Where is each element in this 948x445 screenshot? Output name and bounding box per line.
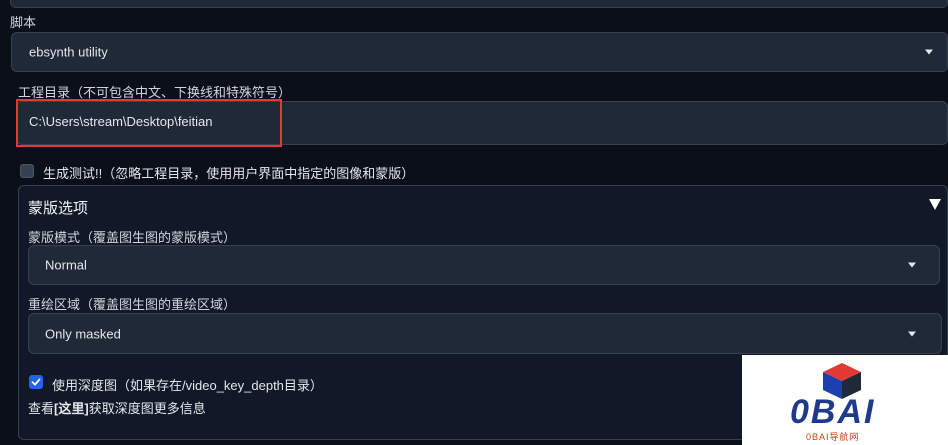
inpaint-area-label: 重绘区域（覆盖图生图的重绘区域）	[28, 297, 237, 312]
script-label: 脚本	[10, 15, 37, 30]
mask-options-title: 蒙版选项	[28, 200, 89, 217]
watermark-logo: 0BAI 0BAI导航网	[742, 355, 948, 445]
mask-mode-label: 蒙版模式（覆盖图生图的蒙版模式）	[28, 230, 237, 245]
chevron-down-icon	[908, 331, 916, 336]
previous-field	[10, 0, 948, 8]
logo-subtext: 0BAI导航网	[806, 432, 860, 442]
depth-more-info: 查看[这里]获取深度图更多信息	[28, 398, 206, 417]
inpaint-area-select[interactable]: Only masked	[28, 313, 942, 354]
more-info-prefix: 查看	[28, 401, 55, 416]
checkmark-icon	[31, 378, 41, 386]
logo-text: 0BAI	[790, 393, 876, 431]
script-select[interactable]: ebsynth utility	[11, 32, 948, 72]
collapse-triangle-icon[interactable]	[929, 199, 941, 210]
use-depth-label: 使用深度图（如果存在/video_key_depth目录）	[52, 378, 323, 393]
chevron-down-icon	[908, 262, 916, 268]
chevron-down-icon	[925, 49, 933, 55]
script-select-value: ebsynth utility	[29, 44, 108, 60]
generate-test-checkbox[interactable]	[20, 164, 34, 178]
generate-test-label: 生成测试!!（忽略工程目录，使用用户界面中指定的图像和蒙版）	[43, 166, 415, 181]
inpaint-area-value: Only masked	[45, 326, 121, 341]
mask-mode-value: Normal	[45, 257, 87, 273]
more-info-link[interactable]: [这里]	[54, 401, 89, 416]
more-info-suffix: 获取深度图更多信息	[88, 401, 206, 416]
mask-mode-select[interactable]: Normal	[28, 245, 940, 285]
use-depth-checkbox[interactable]	[29, 375, 43, 389]
highlight-box	[16, 99, 282, 147]
